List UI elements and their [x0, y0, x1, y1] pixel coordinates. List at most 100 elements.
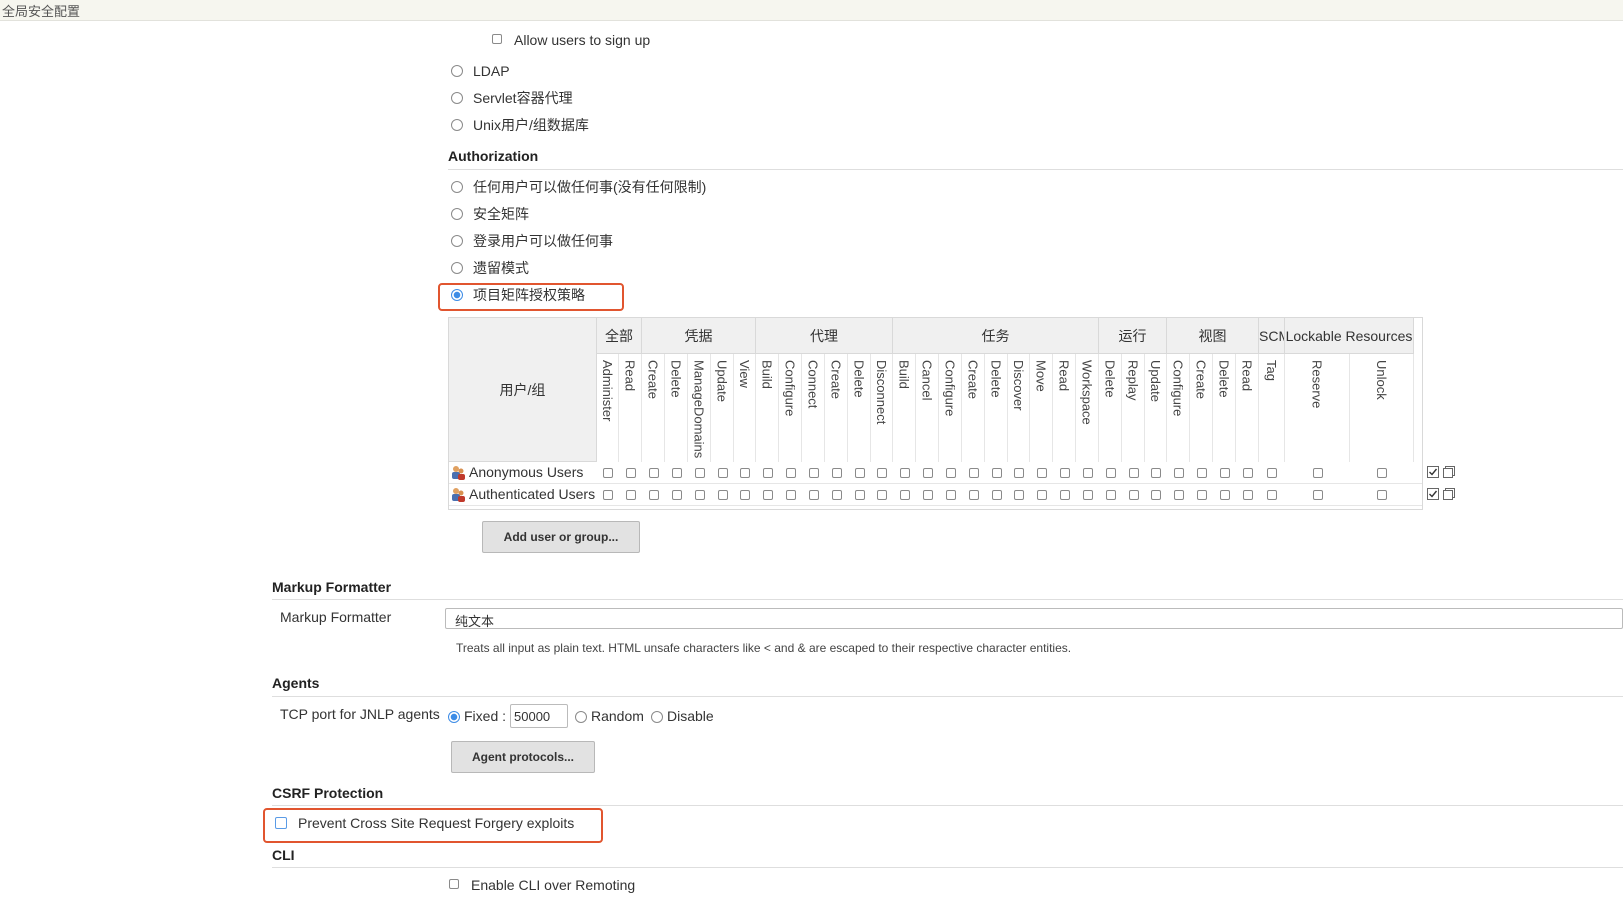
permission-checkbox[interactable]	[717, 468, 728, 478]
select-all-row-icon[interactable]	[1427, 488, 1439, 500]
permission-checkbox[interactable]	[1151, 468, 1161, 478]
jnlp-port-fixed-radio[interactable]	[448, 711, 460, 723]
permission-checkbox[interactable]	[945, 468, 956, 478]
permission-checkbox[interactable]	[877, 468, 887, 478]
unselect-all-row-icon[interactable]	[1443, 488, 1455, 500]
permission-checkbox[interactable]	[1036, 490, 1047, 500]
jnlp-port-disable-radio[interactable]	[651, 711, 663, 723]
permission-checkbox[interactable]	[1242, 490, 1253, 500]
permission-checkbox[interactable]	[991, 490, 1002, 500]
permission-checkbox[interactable]	[1014, 490, 1024, 500]
unselect-all-row-icon[interactable]	[1443, 466, 1455, 478]
csrf-divider	[272, 805, 1623, 806]
permission-checkbox[interactable]	[625, 490, 636, 500]
agent-protocols-button[interactable]: Agent protocols...	[451, 741, 595, 773]
auth-option-matrix[interactable]: 安全矩阵	[451, 205, 851, 223]
permission-checkbox[interactable]	[1151, 490, 1161, 500]
permission-checkbox[interactable]	[762, 468, 773, 478]
jnlp-port-input[interactable]: 50000	[510, 704, 568, 728]
permission-checkbox[interactable]	[808, 468, 819, 478]
permission-checkbox[interactable]	[1267, 490, 1277, 500]
permission-checkbox[interactable]	[968, 468, 979, 478]
permission-checkbox[interactable]	[694, 468, 705, 478]
realm-option-unix[interactable]: Unix用户/组数据库	[451, 116, 751, 134]
permission-checkbox[interactable]	[1059, 468, 1070, 478]
permission-checkbox[interactable]	[968, 490, 979, 500]
realm-radio-unix[interactable]	[451, 119, 463, 131]
markup-formatter-select[interactable]: 纯文本	[445, 608, 1623, 629]
cli-option[interactable]: Enable CLI over Remoting	[449, 876, 709, 894]
permission-group-header: 运行	[1099, 318, 1167, 354]
permission-checkbox[interactable]	[1128, 490, 1139, 500]
auth-label-matrix: 安全矩阵	[473, 206, 529, 222]
auth-option-loggedin[interactable]: 登录用户可以做任何事	[451, 232, 851, 250]
permission-checkbox[interactable]	[1128, 468, 1139, 478]
permission-checkbox[interactable]	[625, 468, 636, 478]
permission-checkbox[interactable]	[603, 468, 613, 478]
allow-signup-checkbox[interactable]	[492, 34, 502, 44]
permission-checkbox[interactable]	[854, 468, 865, 478]
permission-checkbox[interactable]	[1105, 490, 1116, 500]
permission-checkbox[interactable]	[922, 468, 933, 478]
permission-checkbox[interactable]	[1267, 468, 1277, 478]
permission-checkbox[interactable]	[1036, 468, 1047, 478]
select-all-row-icon[interactable]	[1427, 466, 1439, 478]
permission-checkbox[interactable]	[1242, 468, 1253, 478]
realm-option-servlet[interactable]: Servlet容器代理	[451, 89, 751, 107]
permission-checkbox[interactable]	[1059, 490, 1070, 500]
permission-checkbox[interactable]	[945, 490, 956, 500]
permission-checkbox[interactable]	[1173, 490, 1184, 500]
auth-radio-legacy[interactable]	[451, 262, 463, 274]
realm-option-ldap[interactable]: LDAP	[451, 62, 751, 80]
permission-checkbox[interactable]	[648, 490, 659, 500]
permission-checkbox[interactable]	[648, 468, 659, 478]
realm-radio-servlet[interactable]	[451, 92, 463, 104]
permission-checkbox[interactable]	[922, 490, 933, 500]
permission-checkbox[interactable]	[1105, 468, 1116, 478]
allow-signup-option[interactable]: Allow users to sign up	[492, 31, 692, 49]
permission-column-header: Unlock	[1350, 354, 1414, 462]
permission-checkbox[interactable]	[1219, 490, 1230, 500]
realm-radio-ldap[interactable]	[451, 65, 463, 77]
permission-label: Delete	[988, 360, 1004, 398]
permission-checkbox[interactable]	[1196, 490, 1207, 500]
permission-checkbox[interactable]	[1219, 468, 1230, 478]
jnlp-port-random-radio[interactable]	[575, 711, 587, 723]
permission-checkbox[interactable]	[1173, 468, 1184, 478]
permission-checkbox[interactable]	[740, 490, 750, 500]
permission-checkbox[interactable]	[785, 490, 796, 500]
auth-option-legacy[interactable]: 遗留模式	[451, 259, 851, 277]
permission-checkbox[interactable]	[1312, 468, 1323, 478]
auth-radio-loggedin[interactable]	[451, 235, 463, 247]
permission-checkbox[interactable]	[877, 490, 887, 500]
permission-checkbox[interactable]	[671, 468, 682, 478]
permission-checkbox[interactable]	[603, 490, 613, 500]
permission-checkbox[interactable]	[717, 490, 728, 500]
permission-checkbox[interactable]	[671, 490, 682, 500]
permission-checkbox[interactable]	[1377, 490, 1387, 500]
permission-checkbox[interactable]	[899, 468, 910, 478]
auth-radio-anything[interactable]	[451, 181, 463, 193]
permission-checkbox[interactable]	[1196, 468, 1207, 478]
permission-checkbox[interactable]	[740, 468, 750, 478]
permission-checkbox[interactable]	[808, 490, 819, 500]
auth-radio-matrix[interactable]	[451, 208, 463, 220]
permission-checkbox[interactable]	[1082, 490, 1093, 500]
permission-checkbox[interactable]	[1377, 468, 1387, 478]
permission-checkbox[interactable]	[1014, 468, 1024, 478]
permission-checkbox[interactable]	[785, 468, 796, 478]
permission-checkbox[interactable]	[831, 490, 842, 500]
add-user-or-group-button[interactable]: Add user or group...	[482, 521, 640, 553]
auth-option-anything[interactable]: 任何用户可以做任何事(没有任何限制)	[451, 178, 851, 196]
permission-checkbox[interactable]	[762, 490, 773, 500]
permission-checkbox[interactable]	[831, 468, 842, 478]
cli-checkbox[interactable]	[449, 879, 459, 889]
permission-checkbox[interactable]	[854, 490, 865, 500]
permission-checkbox[interactable]	[1082, 468, 1093, 478]
permission-checkbox[interactable]	[1312, 490, 1323, 500]
permission-label: Create	[828, 360, 844, 400]
permission-checkbox[interactable]	[694, 490, 705, 500]
permission-checkbox[interactable]	[899, 490, 910, 500]
permission-column-header: Update	[1145, 354, 1167, 462]
permission-checkbox[interactable]	[991, 468, 1002, 478]
